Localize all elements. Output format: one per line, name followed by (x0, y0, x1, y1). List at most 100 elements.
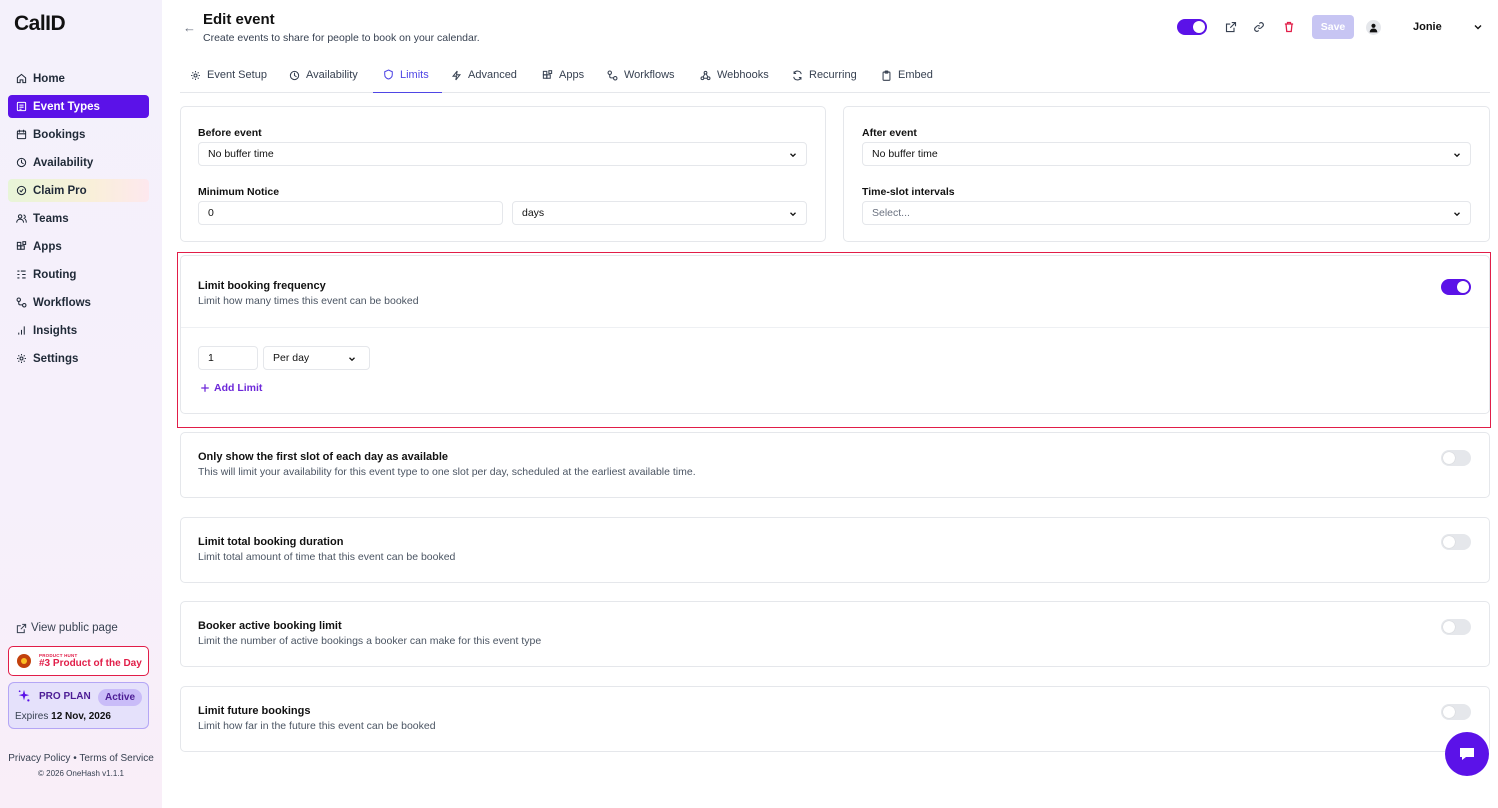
plan-expires-label: Expires (15, 711, 49, 722)
future-title: Limit future bookings (198, 705, 311, 717)
shield-icon (384, 69, 393, 80)
time-slot-intervals-label: Time-slot intervals (862, 186, 955, 198)
calendar-icon (15, 129, 27, 141)
after-event-label: After event (862, 127, 917, 139)
footer-separator: • (73, 753, 77, 764)
bolt-icon (451, 70, 462, 80)
booker-active-toggle[interactable] (1441, 619, 1471, 635)
sidebar-item-teams[interactable]: Teams (8, 207, 149, 230)
minimum-notice-value: 0 (208, 207, 214, 219)
minimum-notice-unit: days (522, 207, 545, 219)
tab-advanced[interactable]: Advanced (451, 57, 517, 93)
sidebar-item-label: Home (33, 72, 65, 85)
first-slot-title: Only show the first slot of each day as … (198, 451, 449, 463)
sidebar-item-label: Workflows (33, 296, 91, 309)
sidebar-item-insights[interactable]: Insights (8, 319, 149, 342)
sidebar-item-bookings[interactable]: Bookings (8, 123, 149, 146)
tab-event-setup[interactable]: Event Setup (190, 57, 267, 93)
product-hunt-badge[interactable]: PRODUCT HUNT #3 Product of the Day (8, 646, 149, 676)
avatar[interactable] (1366, 20, 1381, 35)
sidebar-item-event-types[interactable]: Event Types (8, 95, 149, 118)
future-bookings-card (180, 686, 1490, 752)
booker-active-desc: Limit the number of active bookings a bo… (198, 635, 542, 647)
routing-icon (15, 269, 27, 281)
workflow-icon (607, 70, 618, 80)
tab-embed[interactable]: Embed (881, 57, 933, 93)
pro-plan-card[interactable]: PRO PLAN Active Expires 12 Nov, 2026 (8, 682, 149, 729)
chat-button[interactable] (1445, 732, 1489, 776)
before-event-label: Before event (198, 127, 262, 139)
external-link-icon[interactable] (1223, 19, 1239, 35)
first-slot-toggle[interactable] (1441, 450, 1471, 466)
link-icon[interactable] (1251, 19, 1267, 35)
trash-icon[interactable] (1281, 19, 1297, 35)
tab-apps[interactable]: Apps (542, 57, 584, 93)
terms-link[interactable]: Terms of Service (79, 753, 153, 764)
after-event-select[interactable]: No buffer time (862, 142, 1471, 166)
medal-icon (17, 654, 31, 668)
chevron-down-icon[interactable] (1472, 21, 1484, 33)
tab-label: Limits (400, 68, 429, 81)
tab-label: Apps (559, 69, 585, 81)
before-event-select[interactable]: No buffer time (198, 142, 807, 166)
webhook-icon (700, 70, 711, 80)
view-public-page-link[interactable]: View public page (16, 622, 118, 634)
sidebar-item-label: Event Types (33, 100, 100, 113)
privacy-link[interactable]: Privacy Policy (8, 753, 70, 764)
app-logo[interactable]: CalID (14, 12, 66, 36)
sidebar-item-apps[interactable]: Apps (8, 235, 149, 258)
duration-toggle[interactable] (1441, 534, 1471, 550)
sidebar-item-claim-pro[interactable]: Claim Pro (8, 179, 149, 202)
bar-chart-icon (15, 325, 27, 337)
clock-icon (15, 157, 27, 169)
back-arrow-icon[interactable]: ← (183, 20, 196, 35)
apps-icon (15, 241, 27, 253)
hidden-event-toggle[interactable] (1177, 19, 1207, 35)
tab-workflows[interactable]: Workflows (607, 57, 675, 93)
after-event-value: No buffer time (872, 148, 938, 160)
chat-icon (1460, 748, 1474, 760)
copyright: © 2026 OneHash v1.1.1 (38, 769, 124, 778)
future-toggle[interactable] (1441, 704, 1471, 720)
sidebar-item-routing[interactable]: Routing (8, 263, 149, 286)
save-button[interactable]: Save (1312, 15, 1354, 39)
chevron-down-icon (790, 212, 796, 217)
sidebar-item-label: Apps (33, 240, 62, 253)
sidebar-item-label: Bookings (33, 128, 86, 141)
minimum-notice-input[interactable]: 0 (198, 201, 503, 225)
minimum-notice-label: Minimum Notice (198, 186, 280, 198)
event-types-icon (15, 101, 27, 113)
tab-limits[interactable]: Limits (373, 57, 442, 93)
time-slot-intervals-select[interactable]: Select... (862, 201, 1471, 225)
sidebar-item-workflows[interactable]: Workflows (8, 291, 149, 314)
clock-icon (289, 70, 300, 80)
users-icon (15, 213, 27, 225)
sidebar-nav: Home Event Types Bookings Availability C… (8, 67, 149, 375)
event-tabs: Event Setup Availability Limits Advanced… (180, 57, 1490, 93)
tab-recurring[interactable]: Recurring (792, 57, 857, 93)
badge-icon (15, 185, 27, 197)
booker-active-card (180, 601, 1490, 667)
tab-label: Embed (898, 69, 933, 81)
user-name[interactable]: Jonie (1413, 21, 1442, 33)
sidebar-item-label: Teams (33, 212, 69, 225)
tab-availability[interactable]: Availability (289, 57, 358, 93)
sidebar-item-settings[interactable]: Settings (8, 347, 149, 370)
tab-label: Webhooks (717, 69, 769, 81)
plan-status-badge: Active (97, 689, 142, 706)
before-event-value: No buffer time (208, 148, 274, 160)
sidebar-item-home[interactable]: Home (8, 67, 149, 90)
user-icon (1369, 23, 1378, 33)
sidebar-item-availability[interactable]: Availability (8, 151, 149, 174)
page-title: Edit event (203, 11, 275, 28)
minimum-notice-unit-select[interactable]: days (512, 201, 807, 225)
apps-icon (542, 69, 553, 79)
sidebar-item-label: Availability (33, 156, 94, 169)
gear-icon (191, 70, 200, 80)
sidebar-item-label: Routing (33, 268, 77, 281)
future-desc: Limit how far in the future this event c… (198, 720, 436, 732)
product-hunt-title: #3 Product of the Day (39, 658, 142, 669)
workflow-icon (15, 297, 27, 309)
tab-webhooks[interactable]: Webhooks (700, 57, 769, 93)
first-slot-desc: This will limit your availability for th… (198, 466, 696, 478)
